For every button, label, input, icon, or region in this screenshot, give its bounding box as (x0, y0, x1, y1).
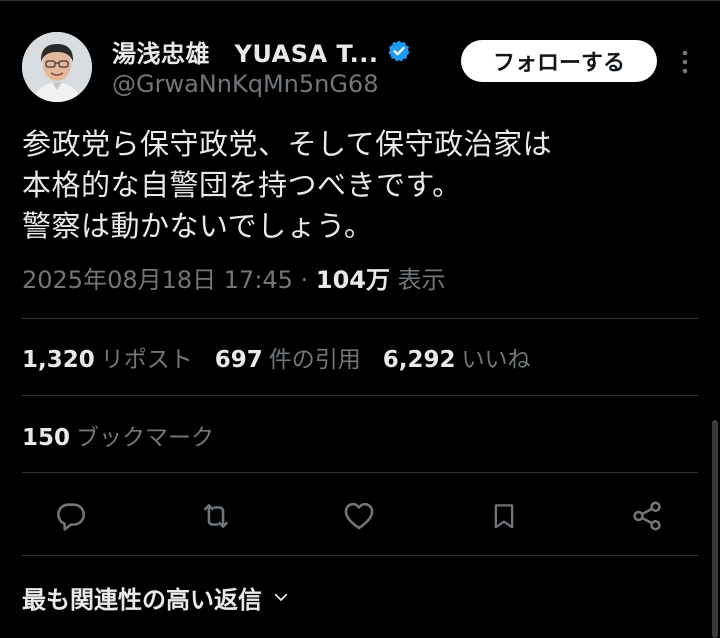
more-vertical-icon[interactable] (674, 48, 696, 76)
tweet-text-line-2: 本格的な自警団を持つべきです。 (22, 168, 462, 202)
engagement-stats: 1,320 リポスト 697 件の引用 6,292 いいね (22, 340, 531, 374)
author-handle[interactable]: @GrwaNnKqMn5nG68 (112, 70, 378, 98)
likes-stat[interactable]: 6,292 いいね (383, 340, 531, 374)
quotes-label: 件の引用 (268, 347, 361, 373)
top-divider (0, 0, 720, 1)
author-name[interactable]: 湯浅忠雄 YUASA T... (112, 34, 379, 69)
likes-label: いいね (461, 347, 531, 373)
repost-icon[interactable] (198, 498, 234, 534)
divider (22, 472, 698, 473)
heart-icon[interactable] (341, 498, 377, 534)
reply-sort-dropdown[interactable]: 最も関連性の高い返信 (22, 580, 290, 615)
reposts-label: リポスト (100, 347, 193, 373)
reply-sort-label: 最も関連性の高い返信 (22, 586, 262, 614)
reposts-count: 1,320 (22, 347, 95, 373)
tweet-text-line-1: 参政党ら保守政党、そして保守政治家は (22, 127, 553, 161)
tweet-meta: 2025年08月18日 17:45 · 104万 表示 (22, 260, 446, 295)
tweet-text: 参政党ら保守政党、そして保守政治家は 本格的な自警団を持つべきです。 警察は動か… (22, 124, 702, 247)
reposts-stat[interactable]: 1,320 リポスト (22, 340, 193, 374)
likes-count: 6,292 (382, 347, 456, 373)
divider (22, 555, 698, 556)
chevron-down-icon (272, 584, 290, 612)
scrollbar[interactable] (712, 420, 718, 638)
quotes-stat[interactable]: 697 件の引用 (215, 340, 361, 374)
quotes-count: 697 (214, 347, 263, 373)
views-label: 表示 (397, 266, 446, 294)
verified-badge-icon (387, 39, 411, 63)
avatar-image (22, 32, 92, 102)
bookmarks-label: ブックマーク (76, 425, 215, 451)
reply-icon[interactable] (53, 498, 89, 534)
divider (22, 395, 698, 396)
meta-separator: · (300, 266, 309, 294)
author-name-row: 湯浅忠雄 YUASA T... (112, 34, 411, 68)
bookmark-icon[interactable] (486, 498, 522, 534)
bookmarks-count: 150 (22, 425, 71, 451)
follow-button[interactable]: フォローする (461, 40, 657, 82)
views-count: 104万 (315, 266, 390, 294)
bookmarks-stat[interactable]: 150 ブックマーク (22, 418, 214, 452)
share-icon[interactable] (629, 498, 665, 534)
timestamp[interactable]: 2025年08月18日 17:45 (22, 266, 293, 294)
avatar[interactable] (22, 32, 92, 102)
divider (22, 318, 698, 319)
tweet-text-line-3: 警察は動かないでしょう。 (22, 209, 374, 243)
